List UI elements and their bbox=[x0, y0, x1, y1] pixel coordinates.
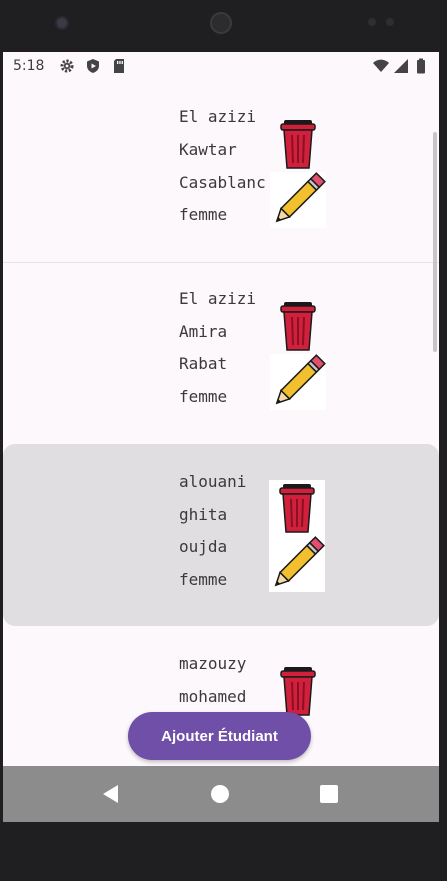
battery-icon bbox=[417, 58, 425, 74]
pencil-icon[interactable] bbox=[270, 354, 326, 410]
shield-play-icon bbox=[87, 59, 99, 73]
app-screen: 5:18 El azizi Kawtar Casablanc femme El … bbox=[3, 52, 439, 822]
scrollbar[interactable] bbox=[433, 132, 437, 352]
student-first-name: ghita bbox=[179, 505, 228, 524]
student-card[interactable]: El azizi Amira Rabat femme bbox=[3, 263, 439, 443]
front-camera bbox=[57, 18, 67, 28]
trash-icon[interactable] bbox=[269, 480, 325, 536]
trash-icon[interactable] bbox=[270, 663, 326, 719]
student-list[interactable]: El azizi Kawtar Casablanc femme El azizi… bbox=[3, 80, 439, 790]
add-student-label: Ajouter Étudiant bbox=[161, 727, 278, 745]
pencil-icon[interactable] bbox=[269, 536, 325, 592]
recents-icon[interactable] bbox=[319, 784, 339, 804]
student-first-name: Kawtar bbox=[179, 140, 237, 159]
student-city: Rabat bbox=[179, 354, 228, 373]
system-nav-bar bbox=[3, 766, 439, 822]
wifi-icon bbox=[373, 59, 389, 72]
status-bar: 5:18 bbox=[3, 52, 439, 80]
back-icon[interactable] bbox=[101, 784, 121, 804]
trash-icon[interactable] bbox=[270, 116, 326, 172]
student-gender: femme bbox=[179, 570, 228, 589]
student-gender: femme bbox=[179, 387, 228, 406]
student-gender: femme bbox=[179, 205, 228, 224]
student-first-name: Amira bbox=[179, 322, 228, 341]
student-card-selected[interactable]: alouani ghita oujda femme bbox=[3, 444, 439, 626]
pencil-icon[interactable] bbox=[270, 172, 326, 228]
trash-icon[interactable] bbox=[270, 298, 326, 354]
sd-card-icon bbox=[114, 59, 124, 73]
gear-icon bbox=[60, 59, 74, 73]
student-city: oujda bbox=[179, 537, 228, 556]
student-last-name: El azizi bbox=[179, 107, 257, 126]
sensor bbox=[386, 18, 394, 26]
student-city: Casablanc bbox=[179, 173, 266, 192]
student-card[interactable]: El azizi Kawtar Casablanc femme bbox=[3, 80, 439, 262]
student-last-name: El azizi bbox=[179, 289, 257, 308]
signal-icon bbox=[394, 59, 408, 73]
student-last-name: mazouzy bbox=[179, 654, 247, 673]
home-icon[interactable] bbox=[210, 784, 230, 804]
sensor bbox=[368, 18, 376, 26]
add-student-button[interactable]: Ajouter Étudiant bbox=[128, 712, 311, 760]
device-bezel bbox=[0, 0, 447, 52]
student-last-name: alouani bbox=[179, 472, 247, 491]
student-first-name: mohamed bbox=[179, 687, 247, 706]
earpiece-speaker bbox=[210, 12, 232, 34]
status-time: 5:18 bbox=[13, 58, 45, 74]
